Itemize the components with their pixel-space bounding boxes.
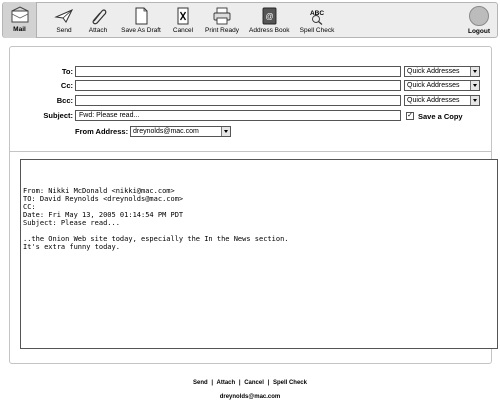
- send-button[interactable]: Send: [51, 3, 77, 37]
- spell-check-icon: ABC: [310, 10, 324, 25]
- cc-quick-addresses-value: Quick Addresses: [407, 82, 460, 89]
- chevron-down-icon: [221, 127, 230, 136]
- compose-panel: To: Quick Addresses Cc: Quick Addresses …: [9, 46, 498, 364]
- toolbar: Mail Send Attach Save As Draft Cancel Pr…: [2, 2, 498, 38]
- footer-links: Send | Attach | Cancel | Spell Check: [0, 380, 500, 386]
- from-address-label: From Address:: [75, 127, 129, 136]
- divider: [10, 151, 491, 152]
- bcc-quick-addresses-value: Quick Addresses: [407, 97, 460, 104]
- logout-icon: [469, 6, 489, 26]
- document-icon: [135, 7, 148, 25]
- footer-separator: |: [267, 380, 270, 386]
- chevron-down-icon: [470, 96, 479, 105]
- save-draft-button[interactable]: Save As Draft: [119, 3, 163, 37]
- mail-tab[interactable]: Mail: [3, 2, 37, 38]
- mailbox-icon: [11, 6, 28, 23]
- address-book-label: Address Book: [249, 27, 290, 34]
- printer-icon: [213, 7, 231, 25]
- subject-field[interactable]: Fwd: Please read...: [75, 110, 401, 121]
- footer-attach-link[interactable]: Attach: [217, 380, 236, 386]
- to-field[interactable]: [75, 66, 401, 77]
- cc-field[interactable]: [75, 80, 401, 91]
- spell-check-button[interactable]: ABC Spell Check: [299, 3, 335, 37]
- print-ready-label: Print Ready: [205, 27, 239, 34]
- address-book-button[interactable]: @ Address Book: [249, 3, 289, 37]
- paper-plane-icon: [54, 8, 74, 23]
- footer-send-link[interactable]: Send: [193, 380, 208, 386]
- to-quick-addresses-value: Quick Addresses: [407, 68, 460, 75]
- cancel-button[interactable]: Cancel: [170, 3, 196, 37]
- cc-label: Cc:: [60, 81, 73, 90]
- cancel-label: Cancel: [172, 27, 194, 34]
- bcc-field[interactable]: [75, 95, 401, 106]
- chevron-down-icon: [470, 67, 479, 76]
- from-address-select[interactable]: dreynolds@mac.com: [130, 126, 231, 137]
- attach-button[interactable]: Attach: [85, 3, 111, 37]
- address-book-icon: @: [262, 7, 277, 25]
- send-label: Send: [56, 27, 72, 34]
- x-document-icon: [177, 7, 189, 25]
- save-draft-label: Save As Draft: [121, 27, 161, 34]
- cc-quick-addresses-select[interactable]: Quick Addresses: [404, 80, 480, 91]
- footer-user: dreynolds@mac.com: [219, 394, 281, 400]
- from-address-value: dreynolds@mac.com: [133, 128, 199, 135]
- footer-separator: |: [211, 380, 214, 386]
- bcc-quick-addresses-select[interactable]: Quick Addresses: [404, 95, 480, 106]
- to-quick-addresses-select[interactable]: Quick Addresses: [404, 66, 480, 77]
- chevron-down-icon: [470, 81, 479, 90]
- mail-tab-label: Mail: [13, 26, 26, 33]
- spell-check-label: Spell Check: [299, 27, 335, 34]
- subject-label: Subject:: [43, 111, 73, 120]
- footer-spell-check-link[interactable]: Spell Check: [273, 380, 307, 386]
- message-body-text: From: Nikki McDonald <nikki@mac.com> TO:…: [23, 187, 289, 251]
- svg-text:@: @: [265, 12, 273, 21]
- footer-cancel-link[interactable]: Cancel: [244, 380, 264, 386]
- bcc-label: Bcc:: [56, 96, 73, 105]
- save-copy-label: Save a Copy: [418, 112, 463, 121]
- attach-label: Attach: [88, 27, 108, 34]
- print-ready-button[interactable]: Print Ready: [204, 3, 240, 37]
- save-copy-checkbox[interactable]: ✓: [406, 112, 414, 120]
- logout-button[interactable]: Logout: [463, 3, 495, 37]
- logout-label: Logout: [467, 28, 491, 35]
- message-body[interactable]: From: Nikki McDonald <nikki@mac.com> TO:…: [20, 159, 498, 349]
- to-label: To:: [61, 67, 73, 76]
- footer-separator: |: [238, 380, 241, 386]
- paperclip-icon: [92, 9, 107, 25]
